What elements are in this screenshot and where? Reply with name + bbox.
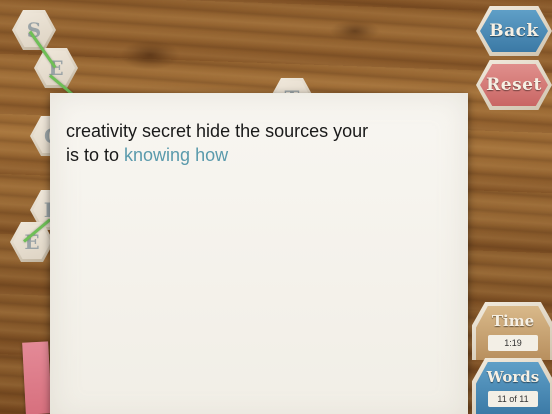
time-panel-face: Time 1:19 <box>476 306 550 360</box>
tile-letter: S <box>15 13 53 47</box>
word[interactable]: creativity <box>66 121 137 141</box>
sentence-line-1: creativity secret hide the sources your <box>66 119 456 143</box>
words-panel: Words 11 of 11 <box>472 358 552 414</box>
time-label: Time <box>491 312 535 330</box>
scrambled-sentence: creativity secret hide the sources your is to t… <box>66 119 456 167</box>
time-value: 1:19 <box>488 335 538 351</box>
word[interactable]: hide <box>196 121 230 141</box>
time-panel: Time 1:19 <box>472 302 552 360</box>
word[interactable]: the <box>235 121 260 141</box>
words-panel-face: Words 11 of 11 <box>476 362 550 414</box>
letter-tile[interactable]: S <box>12 10 56 50</box>
tile-letter: E <box>13 225 51 259</box>
back-button-label: Back <box>480 10 548 52</box>
word[interactable]: to <box>84 145 99 165</box>
words-label: Words <box>486 368 540 386</box>
words-count: 11 of 11 <box>488 391 538 407</box>
wood-knot <box>330 20 380 42</box>
hint-word[interactable]: knowing <box>124 145 190 165</box>
reset-button-label: Reset <box>480 64 548 106</box>
word[interactable]: your <box>333 121 368 141</box>
wood-knot <box>120 40 180 70</box>
sentence-line-2: is to to knowing how <box>66 143 456 167</box>
word[interactable]: secret <box>142 121 191 141</box>
paper-panel: creativity secret hide the sources your is to t… <box>50 93 468 414</box>
word[interactable]: to <box>104 145 119 165</box>
word[interactable]: is <box>66 145 79 165</box>
pink-card <box>22 341 52 414</box>
reset-button[interactable]: Reset <box>476 60 552 110</box>
word[interactable]: sources <box>265 121 328 141</box>
hint-word[interactable]: how <box>195 145 228 165</box>
back-button[interactable]: Back <box>476 6 552 56</box>
